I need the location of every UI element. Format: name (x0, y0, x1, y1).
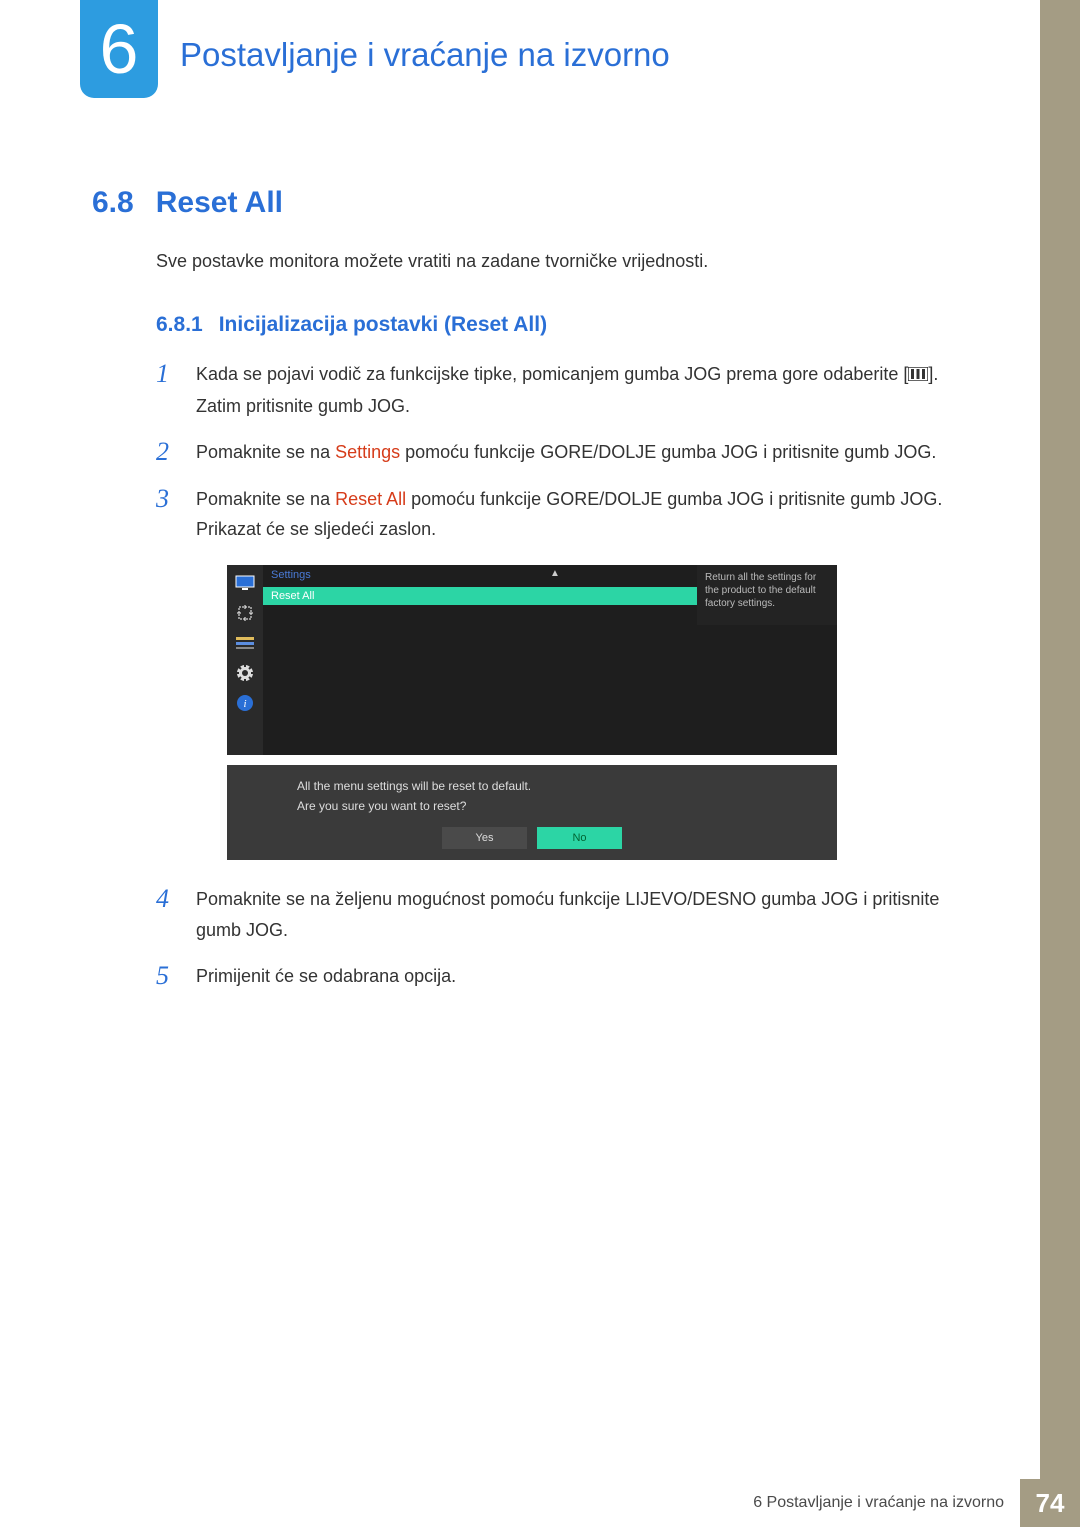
step-text-4: Pomaknite se na željenu mogućnost pomoću… (196, 884, 972, 945)
list-icon (234, 633, 256, 653)
yes-button: Yes (442, 827, 527, 849)
right-margin-stripe (1040, 0, 1080, 1527)
step-3-part-a: Pomaknite se na (196, 489, 335, 509)
svg-text:i: i (243, 698, 246, 710)
step-text-5: Primijenit će se odabrana opcija. (196, 961, 456, 992)
monitor-icon (234, 573, 256, 593)
step-2-part-a: Pomaknite se na (196, 442, 335, 462)
section-intro-text: Sve postavke monitora možete vratiti na … (156, 248, 972, 275)
step-2-keyword: Settings (335, 442, 400, 462)
step-2-part-b: pomoću funkcije GORE/DOLJE gumba JOG i p… (400, 442, 936, 462)
osd-sidebar: i (227, 565, 263, 755)
step-number-1: 1 (156, 359, 176, 421)
step-number-3: 3 (156, 484, 176, 545)
menu-icon (908, 360, 928, 391)
osd-main-area: Settings ▲ Reset All Return all the sett… (263, 565, 837, 755)
page-number: 74 (1020, 1479, 1080, 1527)
osd-menu-panel: i Settings ▲ Reset All Return all the se… (227, 565, 837, 755)
page-footer: 6 Postavljanje i vraćanje na izvorno 74 (0, 1479, 1080, 1527)
no-button: No (537, 827, 622, 849)
step-number-4: 4 (156, 884, 176, 945)
step-number-5: 5 (156, 961, 176, 992)
step-text-1: Kada se pojavi vodič za funkcijske tipke… (196, 359, 972, 421)
step-text-2: Pomaknite se na Settings pomoću funkcije… (196, 437, 936, 468)
osd-menu-title-text: Settings (271, 569, 311, 581)
subsection-title: Inicijalizacija postavki (Reset All) (219, 313, 547, 337)
chapter-number-tab: 6 (80, 0, 158, 98)
section-title: Reset All (156, 186, 283, 220)
step-text-3: Pomaknite se na Reset All pomoću funkcij… (196, 484, 972, 545)
up-arrow-icon: ▲ (550, 568, 560, 579)
step-3-keyword: Reset All (335, 489, 406, 509)
dialog-line-2: Are you sure you want to reset? (297, 799, 767, 813)
step-1-part-a: Kada se pojavi vodič za funkcijske tipke… (196, 364, 908, 384)
gear-icon (234, 663, 256, 683)
dialog-line-1: All the menu settings will be reset to d… (297, 779, 767, 793)
size-icon (234, 603, 256, 623)
info-icon: i (234, 693, 256, 713)
section-number: 6.8 (92, 186, 134, 220)
osd-screenshot: i Settings ▲ Reset All Return all the se… (227, 565, 837, 860)
osd-confirm-dialog: All the menu settings will be reset to d… (227, 765, 837, 860)
chapter-title: Postavljanje i vraćanje na izvorno (180, 36, 670, 74)
step-number-2: 2 (156, 437, 176, 468)
footer-chapter-text: 6 Postavljanje i vraćanje na izvorno (753, 1479, 1020, 1527)
subsection-number: 6.8.1 (156, 313, 203, 337)
osd-help-text: Return all the settings for the product … (697, 565, 837, 625)
